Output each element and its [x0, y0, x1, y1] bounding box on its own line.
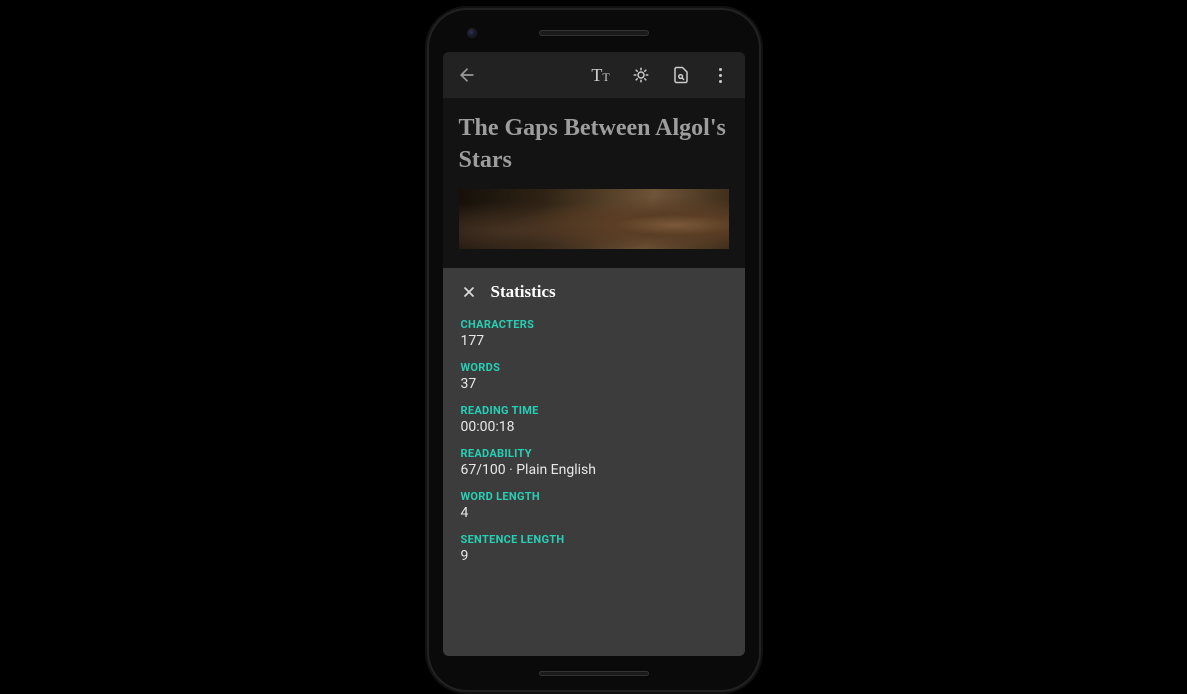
theme-button[interactable] [623, 57, 659, 93]
stat-value: 9 [461, 548, 727, 564]
stat-value: 00:00:18 [461, 419, 727, 435]
stat-sentence-length: SENTENCE LENGTH 9 [461, 533, 727, 564]
stat-value: 37 [461, 376, 727, 392]
more-vertical-icon [719, 68, 722, 83]
lightbulb-icon [632, 66, 650, 84]
back-button[interactable] [449, 57, 485, 93]
document-title: The Gaps Between Algol's Stars [443, 98, 745, 187]
stat-value: 4 [461, 505, 727, 521]
stat-label: SENTENCE LENGTH [461, 533, 727, 546]
stat-value: 177 [461, 333, 727, 349]
find-in-page-icon [672, 66, 690, 84]
stat-word-length: WORD LENGTH 4 [461, 490, 727, 521]
phone-frame: TT The Gaps Between Algol's Stars Stat [429, 10, 759, 690]
sheet-header: Statistics [461, 282, 727, 302]
stat-readability: READABILITY 67/100 · Plain English [461, 447, 727, 478]
stat-value: 67/100 · Plain English [461, 462, 727, 478]
stat-words: WORDS 37 [461, 361, 727, 392]
toolbar: TT [443, 52, 745, 98]
close-icon [461, 284, 477, 300]
statistics-sheet: Statistics CHARACTERS 177 WORDS 37 READI… [443, 268, 745, 656]
document-content: The Gaps Between Algol's Stars Statistic… [443, 98, 745, 656]
search-in-page-button[interactable] [663, 57, 699, 93]
stat-reading-time: READING TIME 00:00:18 [461, 404, 727, 435]
stat-label: CHARACTERS [461, 318, 727, 331]
arrow-left-icon [457, 65, 477, 85]
close-button[interactable] [461, 284, 477, 300]
screen: TT The Gaps Between Algol's Stars Stat [443, 52, 745, 656]
more-menu-button[interactable] [703, 57, 739, 93]
stat-label: READABILITY [461, 447, 727, 460]
phone-camera [467, 28, 477, 38]
typography-button[interactable]: TT [583, 57, 619, 93]
phone-speaker-top [539, 30, 649, 36]
document-hero-image [459, 189, 729, 249]
stat-characters: CHARACTERS 177 [461, 318, 727, 349]
typography-icon: TT [591, 65, 609, 86]
stat-label: READING TIME [461, 404, 727, 417]
sheet-title: Statistics [491, 282, 556, 302]
phone-speaker-bottom [539, 671, 649, 676]
stat-label: WORDS [461, 361, 727, 374]
stat-label: WORD LENGTH [461, 490, 727, 503]
